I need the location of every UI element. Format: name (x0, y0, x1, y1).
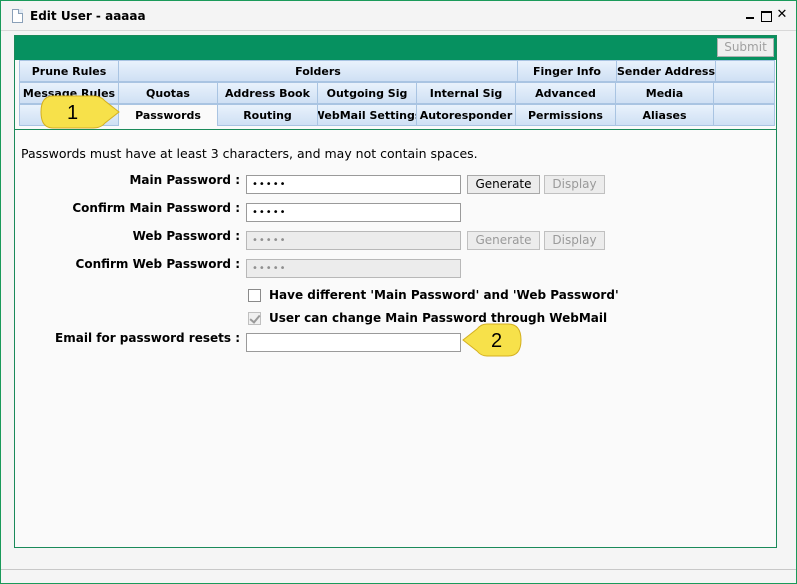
diff-passwords-option: Have different 'Main Password' and 'Web … (248, 288, 619, 302)
confirm-web-password-label: Confirm Web Password : (75, 257, 240, 271)
diff-passwords-label: Have different 'Main Password' and 'Web … (269, 288, 619, 302)
tab-divider (15, 129, 776, 130)
minimize-icon[interactable] (744, 8, 756, 22)
display-main-button[interactable]: Display (544, 175, 605, 194)
confirm-main-password-input[interactable]: ••••• (246, 203, 461, 222)
main-password-input[interactable]: ••••• (246, 175, 461, 194)
tab-filler (715, 60, 775, 82)
tab-internal-sig[interactable]: Internal Sig (416, 82, 515, 104)
tab-row-3: Filtering Passwords Routing WebMail Sett… (19, 104, 775, 126)
tab-filtering[interactable]: Filtering (19, 104, 118, 126)
tab-prune-rules[interactable]: Prune Rules (19, 60, 118, 82)
display-web-button[interactable]: Display (544, 231, 605, 250)
tab-sender-address[interactable]: Sender Address (616, 60, 715, 82)
main-password-label: Main Password : (129, 173, 240, 187)
tab-routing[interactable]: Routing (217, 104, 317, 126)
tab-finger-info[interactable]: Finger Info (517, 60, 616, 82)
user-can-change-label: User can change Main Password through We… (269, 311, 608, 325)
tab-filler (713, 82, 775, 104)
user-can-change-option: User can change Main Password through We… (248, 311, 607, 325)
tab-advanced[interactable]: Advanced (515, 82, 615, 104)
tab-aliases[interactable]: Aliases (615, 104, 713, 126)
confirm-web-password-input[interactable]: ••••• (246, 259, 461, 278)
tab-quotas[interactable]: Quotas (118, 82, 217, 104)
tab-row-2: Message Rules Quotas Address Book Outgoi… (19, 82, 775, 104)
diff-passwords-checkbox[interactable] (248, 288, 261, 302)
maximize-icon[interactable] (760, 8, 772, 22)
email-reset-label: Email for password resets : (55, 331, 240, 345)
confirm-main-password-label: Confirm Main Password : (72, 201, 240, 215)
tab-outgoing-sig[interactable]: Outgoing Sig (317, 82, 416, 104)
password-rules-note: Passwords must have at least 3 character… (21, 146, 478, 161)
close-icon[interactable]: ✕ (776, 8, 788, 22)
tab-address-book[interactable]: Address Book (217, 82, 317, 104)
edit-user-window: Edit User - aaaaa ✕ Submit Prune Rules F… (0, 0, 797, 584)
user-can-change-checkbox[interactable] (248, 311, 261, 325)
tab-folders[interactable]: Folders (118, 60, 517, 82)
web-password-input[interactable]: ••••• (246, 231, 461, 250)
title-bar: Edit User - aaaaa ✕ (1, 1, 796, 31)
tab-permissions[interactable]: Permissions (515, 104, 615, 126)
window-title: Edit User - aaaaa (30, 9, 146, 23)
window-controls: ✕ (744, 8, 788, 22)
email-reset-input[interactable] (246, 333, 461, 352)
generate-web-button[interactable]: Generate (467, 231, 540, 250)
tab-webmail-settings[interactable]: WebMail Settings (317, 104, 416, 126)
main-panel: Submit Prune Rules Folders Finger Info S… (14, 35, 777, 548)
web-password-label: Web Password : (132, 229, 240, 243)
generate-main-button[interactable]: Generate (467, 175, 540, 194)
toolbar: Submit (15, 36, 776, 60)
tab-passwords[interactable]: Passwords (118, 104, 217, 126)
submit-button[interactable]: Submit (717, 38, 774, 57)
tab-autoresponder[interactable]: Autoresponder (416, 104, 515, 126)
tab-message-rules[interactable]: Message Rules (19, 82, 118, 104)
window-bottom-divider (1, 569, 796, 570)
tab-filler (713, 104, 775, 126)
document-icon (12, 9, 23, 23)
tab-row-1: Prune Rules Folders Finger Info Sender A… (19, 60, 775, 82)
tab-media[interactable]: Media (615, 82, 713, 104)
